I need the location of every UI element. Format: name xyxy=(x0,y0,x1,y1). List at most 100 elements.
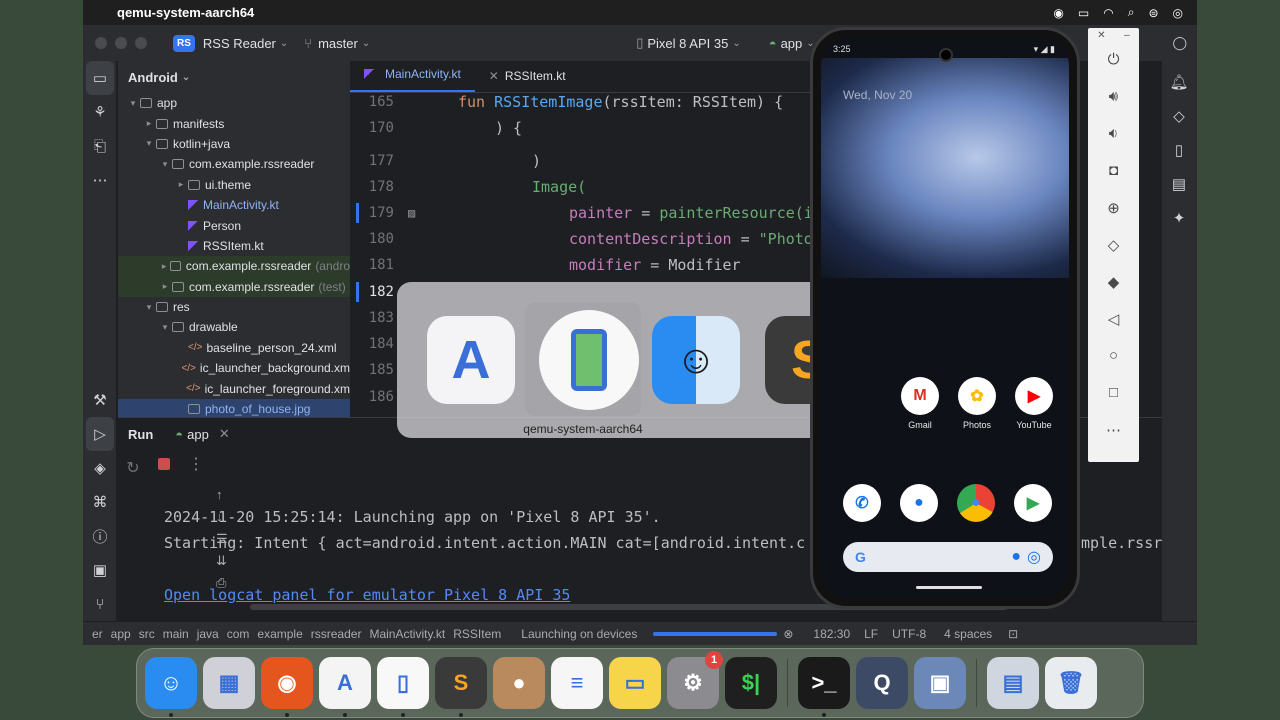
project-selector[interactable]: RSS Reader xyxy=(203,36,276,51)
tree-item[interactable]: ▾ app xyxy=(118,93,350,113)
print-icon[interactable]: ⎙ xyxy=(216,572,236,594)
minimize-icon[interactable]: – xyxy=(1124,30,1130,41)
code-line[interactable]: 180 contentDescription = "Photo xyxy=(350,226,813,252)
preview-icon[interactable]: ▣ xyxy=(914,657,966,709)
record-icon[interactable]: ◉ xyxy=(1053,6,1063,20)
bookmarks-icon[interactable]: ⎗ xyxy=(83,129,117,163)
scroll-to-end-icon[interactable]: ⇊ xyxy=(216,550,236,572)
finder-icon[interactable]: ☺ xyxy=(145,657,197,717)
emulator-icon[interactable]: ▯ xyxy=(377,657,429,717)
chevron-right-icon[interactable]: ▸ xyxy=(174,179,188,190)
volume-up-icon[interactable]: 🔊︎ xyxy=(1088,78,1139,115)
finder-icon[interactable]: ☺ xyxy=(652,316,740,404)
tree-item[interactable]: </> ic_launcher_background.xm xyxy=(118,358,350,378)
resource-manager-icon[interactable]: ⚘ xyxy=(83,95,117,129)
overview-icon[interactable]: □ xyxy=(1088,374,1139,411)
terminal-icon[interactable]: ▣ xyxy=(83,553,117,587)
chevron-down-icon[interactable]: ▾ xyxy=(142,138,156,149)
chevron-right-icon[interactable]: ▸ xyxy=(158,281,172,292)
emulator-icon[interactable] xyxy=(539,310,639,410)
soft-wrap-icon[interactable]: ☰ xyxy=(216,528,236,550)
code-line[interactable]: 181 modifier = Modifier xyxy=(350,252,810,278)
reminders-icon[interactable]: ≡ xyxy=(551,657,603,709)
chevron-right-icon[interactable]: ▸ xyxy=(142,118,156,129)
tree-item[interactable]: ▾ com.example.rssreader xyxy=(118,154,350,174)
run-config-selector[interactable]: app xyxy=(781,36,803,51)
lock-icon[interactable]: ⊡ xyxy=(1008,627,1018,641)
tree-item[interactable]: ▸ com.example.rssreader (test) xyxy=(118,276,350,297)
search-icon[interactable]: ⌕ xyxy=(1128,5,1135,20)
code-line[interactable]: 178 Image( xyxy=(350,174,810,200)
wifi-icon[interactable]: ◠ xyxy=(1103,6,1113,20)
down-arrow-icon[interactable]: ↓ xyxy=(216,506,236,528)
breadcrumb-item[interactable]: app xyxy=(111,627,131,641)
system-settings-icon[interactable]: ⚙ 1 xyxy=(667,651,723,709)
tree-item[interactable]: ▸ ui.theme xyxy=(118,175,350,195)
tree-item[interactable]: ▾ kotlin+java xyxy=(118,134,350,154)
background-task-label[interactable]: Launching on devices xyxy=(521,627,637,641)
chevron-down-icon[interactable]: ▾ xyxy=(158,159,172,170)
run-icon[interactable]: ▷ xyxy=(86,417,114,451)
tree-item[interactable]: MainActivity.kt xyxy=(118,195,350,215)
tree-item[interactable]: Person xyxy=(118,215,350,235)
tree-item[interactable]: ▾ res xyxy=(118,297,350,317)
code-line[interactable]: 177) xyxy=(350,148,810,174)
back-icon[interactable]: ◁ xyxy=(1088,300,1139,337)
close-icon[interactable]: ✕ xyxy=(1097,30,1105,41)
tree-item[interactable]: ▸ com.example.rssreader (andro xyxy=(118,256,350,277)
project-view-selector[interactable]: Android ⌄ xyxy=(118,61,350,93)
gradle-icon[interactable]: ◇ xyxy=(1162,99,1196,133)
code-line[interactable]: 179 painter = painterResource(i ▨ xyxy=(350,200,813,226)
siri-icon[interactable]: ◎ xyxy=(1173,6,1183,20)
breadcrumb-item[interactable]: com xyxy=(227,627,250,641)
sublime-icon[interactable]: S xyxy=(435,657,487,717)
power-icon[interactable]: ⏻ xyxy=(1088,41,1139,78)
notes-icon[interactable]: ▭ xyxy=(609,657,661,709)
quicktime-icon[interactable]: Q xyxy=(856,657,908,709)
window-zoom-button[interactable] xyxy=(135,37,147,49)
android-studio-icon[interactable]: A xyxy=(319,657,371,717)
active-app-name[interactable]: qemu-system-aarch64 xyxy=(117,5,254,20)
breadcrumb-item[interactable]: example xyxy=(257,627,302,641)
youtube-icon[interactable]: ▶ xyxy=(1015,377,1053,415)
tree-item[interactable]: ▸ manifests xyxy=(118,113,350,133)
mic-icon[interactable]: ● xyxy=(1011,548,1021,566)
git-icon[interactable]: ⑂ xyxy=(83,587,117,621)
project-folder-icon[interactable]: ▭ xyxy=(86,61,114,95)
tree-item[interactable]: </> ic_launcher_foreground.xm xyxy=(118,378,350,398)
firefox-icon[interactable]: ◉ xyxy=(261,657,313,717)
window-minimize-button[interactable] xyxy=(115,37,127,49)
google-search-bar[interactable]: G ● ◎ xyxy=(843,542,1053,572)
home-icon[interactable]: ○ xyxy=(1088,337,1139,374)
device-selector[interactable]: Pixel 8 API 35 xyxy=(647,36,728,51)
rotate-left-icon[interactable]: ◇ xyxy=(1088,226,1139,263)
indent-setting[interactable]: 4 spaces xyxy=(944,627,992,641)
camera-icon[interactable]: ◘ xyxy=(1088,152,1139,189)
notifications-icon[interactable]: 🔔︎ xyxy=(1162,65,1196,99)
control-center-icon[interactable]: ⊜ xyxy=(1148,6,1158,20)
problems-icon[interactable]: ⓘ xyxy=(83,519,117,553)
close-icon[interactable]: ✕ xyxy=(489,69,499,83)
run-tab-app[interactable]: app xyxy=(187,427,209,442)
line-separator[interactable]: LF xyxy=(864,627,878,641)
contacts-icon[interactable]: ● xyxy=(493,657,545,709)
play-store-icon[interactable]: ▶ xyxy=(1014,484,1052,522)
console-icon[interactable]: $| xyxy=(725,657,777,709)
trash-icon[interactable]: 🗑 xyxy=(1045,657,1097,709)
breadcrumb-item[interactable]: RSSItem xyxy=(453,627,501,641)
messages-icon[interactable]: ● xyxy=(900,484,938,522)
app-quality-icon[interactable]: ◈ xyxy=(83,451,117,485)
android-studio-icon[interactable]: A xyxy=(427,316,515,404)
breadcrumb-item[interactable]: src xyxy=(139,627,155,641)
running-devices-icon[interactable]: ▤ xyxy=(1162,167,1196,201)
rerun-icon[interactable]: ↻ xyxy=(118,458,148,484)
breadcrumb-item[interactable]: er xyxy=(92,627,103,641)
photos-folder-icon[interactable]: ▤ xyxy=(987,657,1039,709)
device-manager-icon[interactable]: ▯ xyxy=(1162,133,1196,167)
up-arrow-icon[interactable]: ↑ xyxy=(216,484,236,506)
code-line[interactable]: 170) { xyxy=(350,115,810,141)
more-icon[interactable]: ⋯ xyxy=(1088,411,1139,448)
rotate-right-icon[interactable]: ◆ xyxy=(1088,263,1139,300)
breadcrumb-item[interactable]: main xyxy=(163,627,189,641)
zoom-icon[interactable]: ⊕ xyxy=(1088,189,1139,226)
